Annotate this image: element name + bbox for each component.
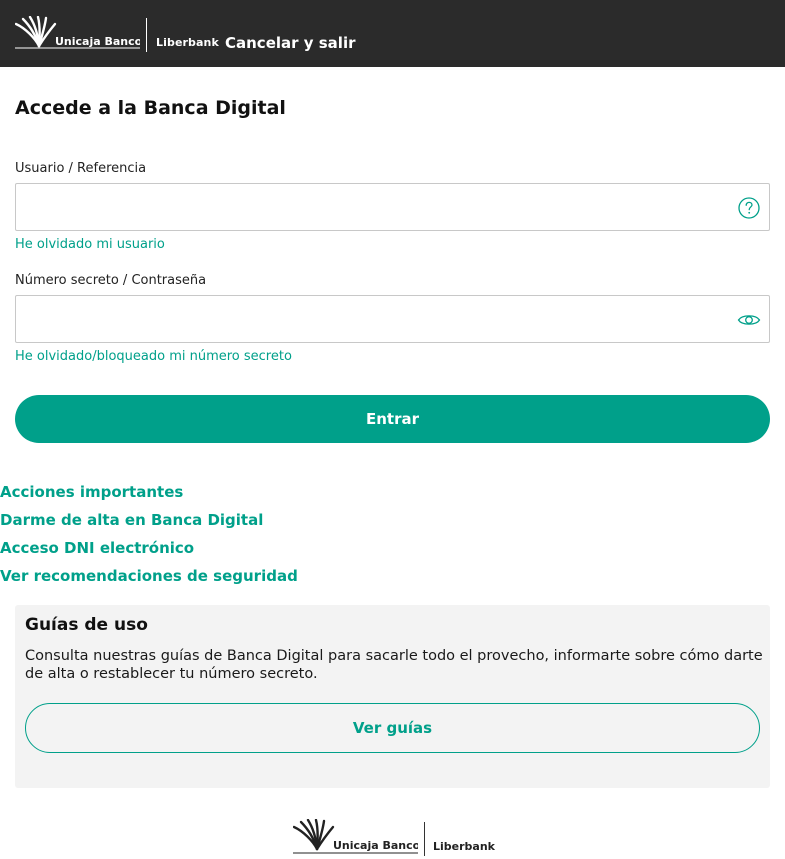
footer-unicaja-banco-logo: Unicaja Banco <box>293 819 418 854</box>
username-label: Usuario / Referencia <box>15 161 147 176</box>
top-header: Unicaja Banco Liberbank Cancelar y salir <box>0 0 785 67</box>
guides-title: Guías de uso <box>25 615 148 635</box>
cancel-and-exit-link[interactable]: Cancelar y salir <box>225 34 356 52</box>
guides-description: Consulta nuestras guías de Banca Digital… <box>25 648 763 682</box>
footer-logo-divider <box>424 822 425 856</box>
logo-divider <box>146 18 147 52</box>
username-input[interactable] <box>16 184 769 230</box>
page-title: Accede a la Banca Digital <box>15 97 286 119</box>
question-circle-icon[interactable] <box>737 196 761 220</box>
unicaja-banco-logo[interactable]: Unicaja Banco <box>15 16 140 52</box>
login-submit-button[interactable]: Entrar <box>15 395 770 443</box>
liberbank-logo: Liberbank <box>156 36 219 49</box>
view-guides-button[interactable]: Ver guías <box>25 703 760 753</box>
footer-logo-text: Unicaja Banco <box>333 839 418 852</box>
eye-icon[interactable] <box>737 308 761 332</box>
username-field-container <box>15 183 770 231</box>
logo-text: Unicaja Banco <box>55 35 140 48</box>
password-input[interactable] <box>16 296 769 342</box>
electronic-dni-access-link[interactable]: Acceso DNI electrónico <box>0 539 194 557</box>
forgot-password-link[interactable]: He olvidado/bloqueado mi número secreto <box>15 349 292 364</box>
guides-card: Guías de uso Consulta nuestras guías de … <box>15 605 770 788</box>
footer-liberbank-logo: Liberbank <box>433 840 495 853</box>
forgot-username-link[interactable]: He olvidado mi usuario <box>15 237 165 252</box>
password-field-container <box>15 295 770 343</box>
important-actions-link[interactable]: Acciones importantes <box>0 483 183 501</box>
password-label: Número secreto / Contraseña <box>15 273 207 288</box>
security-recommendations-link[interactable]: Ver recomendaciones de seguridad <box>0 567 298 585</box>
register-digital-banking-link[interactable]: Darme de alta en Banca Digital <box>0 511 263 529</box>
